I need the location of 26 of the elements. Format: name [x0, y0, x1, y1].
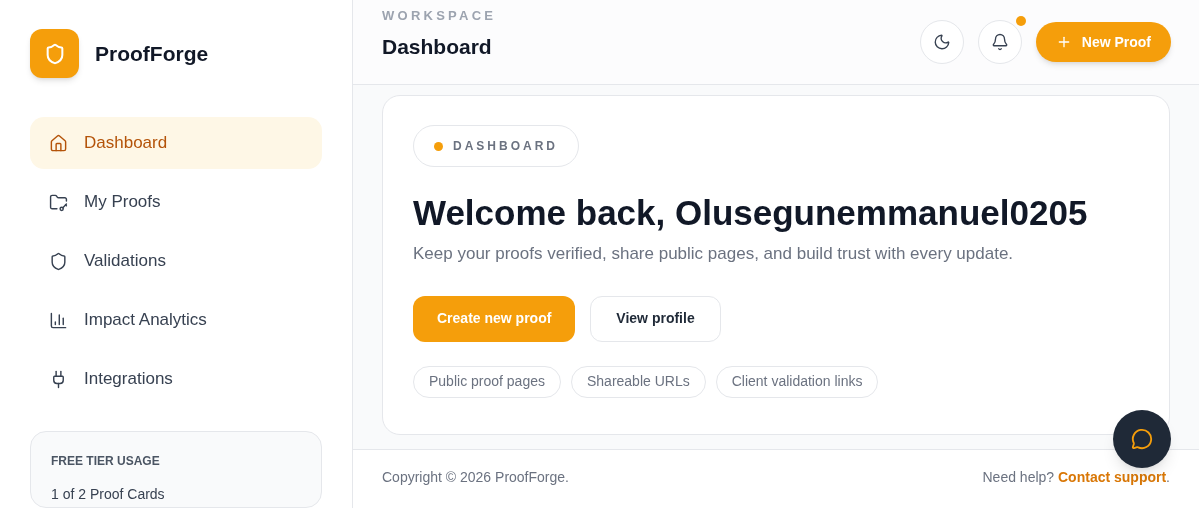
badge-label: DASHBOARD	[453, 138, 558, 155]
home-icon	[49, 133, 68, 153]
bar-chart-icon	[49, 310, 68, 330]
page-title: Dashboard	[382, 34, 493, 60]
usage-title: FREE TIER USAGE	[51, 453, 161, 470]
sidebar-item[interactable]: Dashboard	[30, 117, 322, 169]
folder-icon	[49, 192, 68, 212]
sidebar-item[interactable]: Impact Analytics	[30, 294, 322, 346]
logo-icon	[30, 29, 79, 78]
bell-icon	[990, 33, 1009, 51]
copyright-text: Copyright © 2026 ProofForge.	[382, 467, 569, 487]
chat-bubble-icon	[1131, 428, 1153, 450]
moon-icon	[932, 33, 951, 51]
theme-toggle-button[interactable]	[919, 20, 964, 64]
usage-text: 1 of 2 Proof Cards	[51, 485, 166, 504]
welcome-subtitle: Keep your proofs verified, share public pages, and build trust with every update.	[413, 243, 1015, 265]
sidebar-item[interactable]: My Proofs	[30, 176, 322, 228]
help-text: Need help? Contact support.	[982, 467, 1170, 487]
shield-icon	[49, 251, 68, 271]
welcome-heading: Welcome back, Olusegunemmanuel0205	[413, 192, 1089, 234]
notifications-button[interactable]	[977, 20, 1022, 64]
header-eyebrow: WORKSPACE	[382, 6, 497, 25]
brand-name: ProofForge	[95, 40, 209, 67]
sidebar-item[interactable]: Integrations	[30, 353, 322, 405]
view-profile-button[interactable]: View profile	[590, 295, 721, 342]
sidebar-item[interactable]: Validations	[30, 235, 322, 287]
